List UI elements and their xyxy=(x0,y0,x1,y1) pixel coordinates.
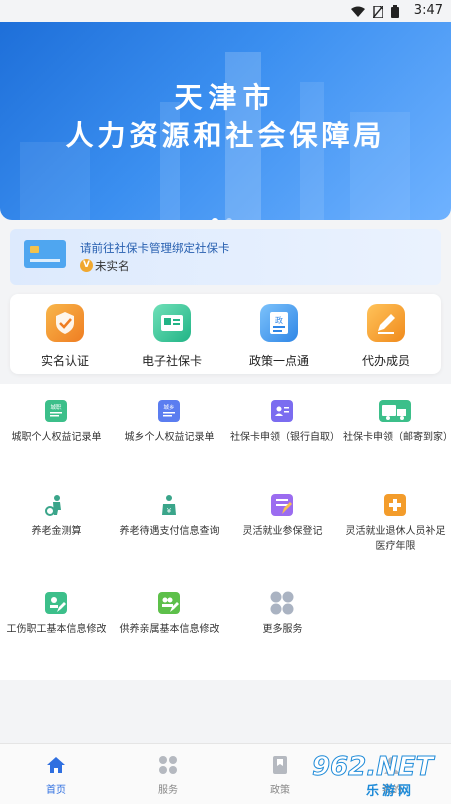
quick-action-label: 电子社保卡 xyxy=(141,354,202,368)
services-grid: 城职 城职个人权益记录单 城乡 城乡个人权益记录单 社保卡申领（银行自取） 社保… xyxy=(0,384,451,680)
pagination-dot[interactable] xyxy=(226,218,232,220)
register-icon xyxy=(271,494,293,516)
status-time: 3:47 xyxy=(413,3,443,18)
quick-action-verify[interactable]: 实名认证 xyxy=(10,302,120,372)
edit-info-icon xyxy=(45,592,67,614)
tab-home[interactable]: 首页 xyxy=(0,744,112,804)
quick-action-label: 政策一点通 xyxy=(248,354,309,368)
quick-action-e-card[interactable]: 电子社保卡 xyxy=(117,302,227,372)
service-item-medical-years[interactable]: 灵活就业退休人员补足医疗年限 xyxy=(339,480,451,578)
home-icon xyxy=(47,757,65,773)
service-label: 社保卡申领（银行自取） xyxy=(230,432,340,443)
quick-action-label: 代办成员 xyxy=(361,354,410,368)
svg-text:¥: ¥ xyxy=(167,507,172,515)
service-item-urban-record[interactable]: 城职 城职个人权益记录单 xyxy=(0,384,113,479)
social-card-icon xyxy=(153,304,191,342)
pagination-dot-active[interactable] xyxy=(212,218,218,220)
service-label: 养老待遇支付信息查询 xyxy=(119,526,220,537)
bind-card-notice[interactable]: 请前往社保卡管理绑定社保卡 V 未实名 xyxy=(10,229,441,285)
service-item-more[interactable]: 更多服务 xyxy=(226,578,339,676)
record-icon: 城乡 xyxy=(158,400,180,422)
service-label: 城乡个人权益记录单 xyxy=(124,432,215,443)
watermark-logo: 962.NET 乐游网 xyxy=(306,752,446,800)
verification-status: 未实名 xyxy=(95,259,130,273)
tab-label: 服务 xyxy=(158,785,178,796)
status-bar: 3:47 xyxy=(0,0,451,22)
social-card-icon xyxy=(24,240,66,268)
payment-icon: ¥ xyxy=(158,494,180,516)
record-icon-text: 城乡 xyxy=(163,404,174,411)
service-label: 工伤职工基本信息修改 xyxy=(6,624,107,635)
services-icon xyxy=(159,756,177,774)
service-label: 灵活就业退休人员补足医疗年限 xyxy=(345,526,446,552)
wifi-icon xyxy=(351,6,365,17)
notice-message: 请前往社保卡管理绑定社保卡 xyxy=(80,241,230,255)
delivery-icon xyxy=(379,400,411,422)
pen-agent-icon xyxy=(367,304,405,342)
service-item-dependent-info[interactable]: 供养亲属基本信息修改 xyxy=(113,578,226,676)
battery-icon xyxy=(391,5,399,18)
service-label: 养老金测算 xyxy=(31,526,82,537)
id-card-icon xyxy=(271,400,293,422)
service-label: 灵活就业参保登记 xyxy=(242,526,323,537)
record-icon-text: 城职 xyxy=(50,404,62,411)
policy-doc-icon: 政 xyxy=(260,304,298,342)
service-item-card-mail[interactable]: 社保卡申领（邮寄到家） xyxy=(339,384,451,479)
banner-title-city: 天津市 xyxy=(174,81,277,114)
service-label: 社保卡申领（邮寄到家） xyxy=(343,432,451,443)
svg-text:政: 政 xyxy=(275,315,283,325)
service-label: 更多服务 xyxy=(262,624,303,635)
service-item-card-bank[interactable]: 社保卡申领（银行自取） xyxy=(226,384,340,479)
service-item-rural-record[interactable]: 城乡 城乡个人权益记录单 xyxy=(113,384,226,479)
tab-services[interactable]: 服务 xyxy=(112,744,224,804)
quick-actions-panel: 实名认证 电子社保卡 政 政策一点通 代办成员 xyxy=(10,294,441,374)
no-sim-icon xyxy=(373,5,383,18)
quick-action-label: 实名认证 xyxy=(40,354,89,368)
more-icon xyxy=(269,590,295,616)
status-icons xyxy=(351,5,399,18)
quick-action-agent[interactable]: 代办成员 xyxy=(331,302,441,372)
service-item-flexible-register[interactable]: 灵活就业参保登记 xyxy=(226,480,339,578)
watermark-subtext: 乐游网 xyxy=(366,784,415,799)
elder-icon xyxy=(45,494,67,516)
medical-icon xyxy=(384,494,406,516)
record-icon: 城职 xyxy=(45,400,67,422)
watermark-text: 962.NET xyxy=(311,752,434,783)
policy-icon xyxy=(273,756,287,774)
service-label: 城职个人权益记录单 xyxy=(11,432,102,443)
hero-banner[interactable]: 天津市 人力资源和社会保障局 xyxy=(0,22,451,220)
verify-badge-icon: V xyxy=(80,259,93,272)
verify-shield-icon xyxy=(46,304,84,342)
service-item-pension-payment[interactable]: ¥ 养老待遇支付信息查询 xyxy=(113,480,226,578)
service-item-pension-calc[interactable]: 养老金测算 xyxy=(0,480,113,578)
service-label: 供养亲属基本信息修改 xyxy=(119,624,220,635)
banner-title-bureau: 人力资源和社会保障局 xyxy=(65,119,386,152)
quick-action-policy[interactable]: 政 政策一点通 xyxy=(224,302,334,372)
tab-label: 首页 xyxy=(46,785,66,796)
banner-pagination xyxy=(212,218,232,220)
edit-family-icon xyxy=(158,592,180,614)
service-item-injury-info[interactable]: 工伤职工基本信息修改 xyxy=(0,578,113,676)
